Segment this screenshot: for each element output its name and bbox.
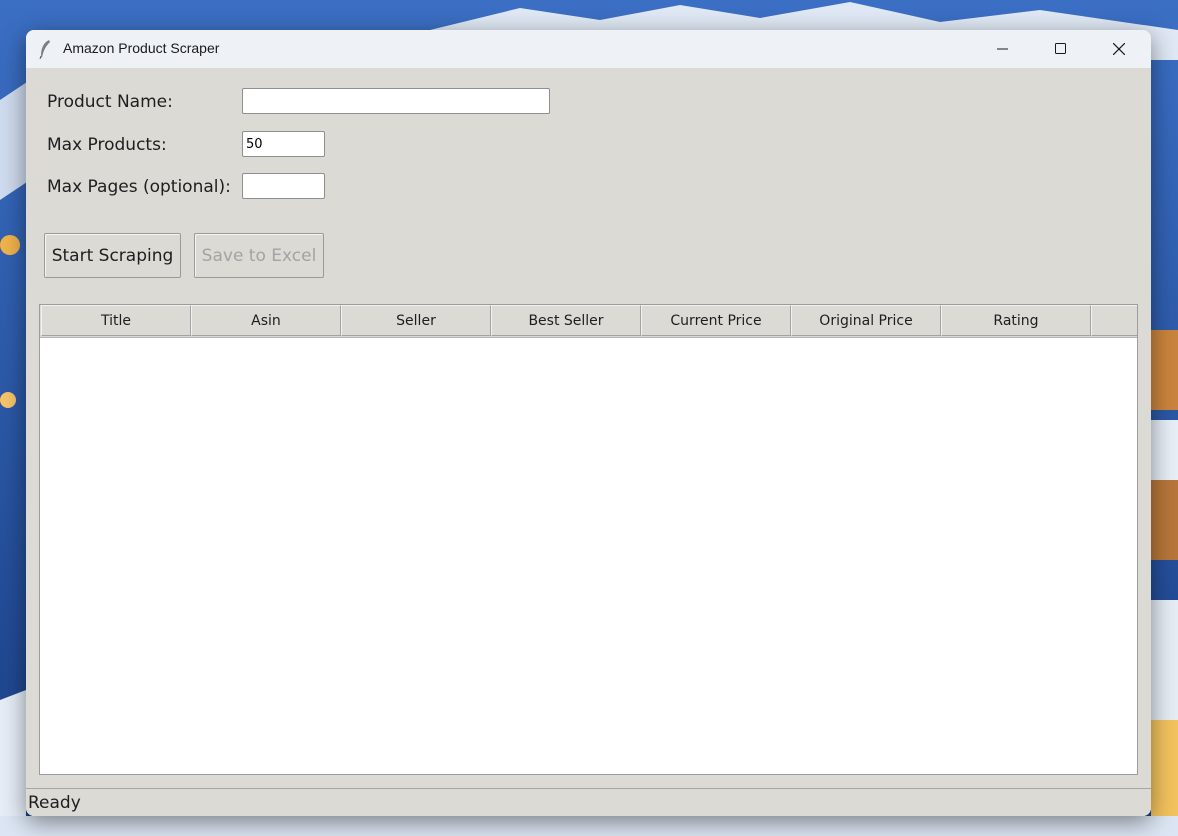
column-header-asin[interactable]: Asin	[191, 305, 341, 336]
maximize-button[interactable]	[1032, 30, 1090, 68]
max-pages-label: Max Pages (optional):	[47, 177, 231, 197]
window-title: Amazon Product Scraper	[63, 40, 220, 56]
minimize-button[interactable]	[974, 30, 1032, 68]
product-name-label: Product Name:	[47, 92, 173, 112]
table-body[interactable]	[40, 337, 1137, 774]
column-header-rating[interactable]: Rating	[941, 305, 1091, 336]
start-scraping-button[interactable]: Start Scraping	[44, 233, 181, 278]
column-header-original-price[interactable]: Original Price	[791, 305, 941, 336]
column-header-best-seller[interactable]: Best Seller	[491, 305, 641, 336]
column-header-current-price[interactable]: Current Price	[641, 305, 791, 336]
close-button[interactable]	[1090, 30, 1148, 68]
app-window: Amazon Product Scraper Product Name: Max…	[26, 30, 1151, 816]
product-name-input[interactable]	[242, 88, 550, 114]
column-header-title[interactable]: Title	[41, 305, 191, 336]
title-bar[interactable]: Amazon Product Scraper	[26, 30, 1151, 68]
close-icon	[1113, 43, 1125, 55]
max-products-input[interactable]	[242, 131, 325, 157]
feather-icon	[39, 40, 50, 59]
results-table[interactable]: Title Asin Seller Best Seller Current Pr…	[39, 304, 1138, 775]
table-header: Title Asin Seller Best Seller Current Pr…	[40, 305, 1137, 337]
column-header-seller[interactable]: Seller	[341, 305, 491, 336]
maximize-icon	[1055, 43, 1066, 54]
save-to-excel-button[interactable]: Save to Excel	[194, 233, 324, 278]
column-header-truncated[interactable]: A	[1091, 305, 1137, 336]
max-products-label: Max Products:	[47, 135, 167, 155]
minimize-icon	[997, 48, 1008, 50]
status-text: Ready	[28, 793, 81, 813]
max-pages-input[interactable]	[242, 173, 325, 199]
status-bar: Ready	[26, 788, 1151, 816]
